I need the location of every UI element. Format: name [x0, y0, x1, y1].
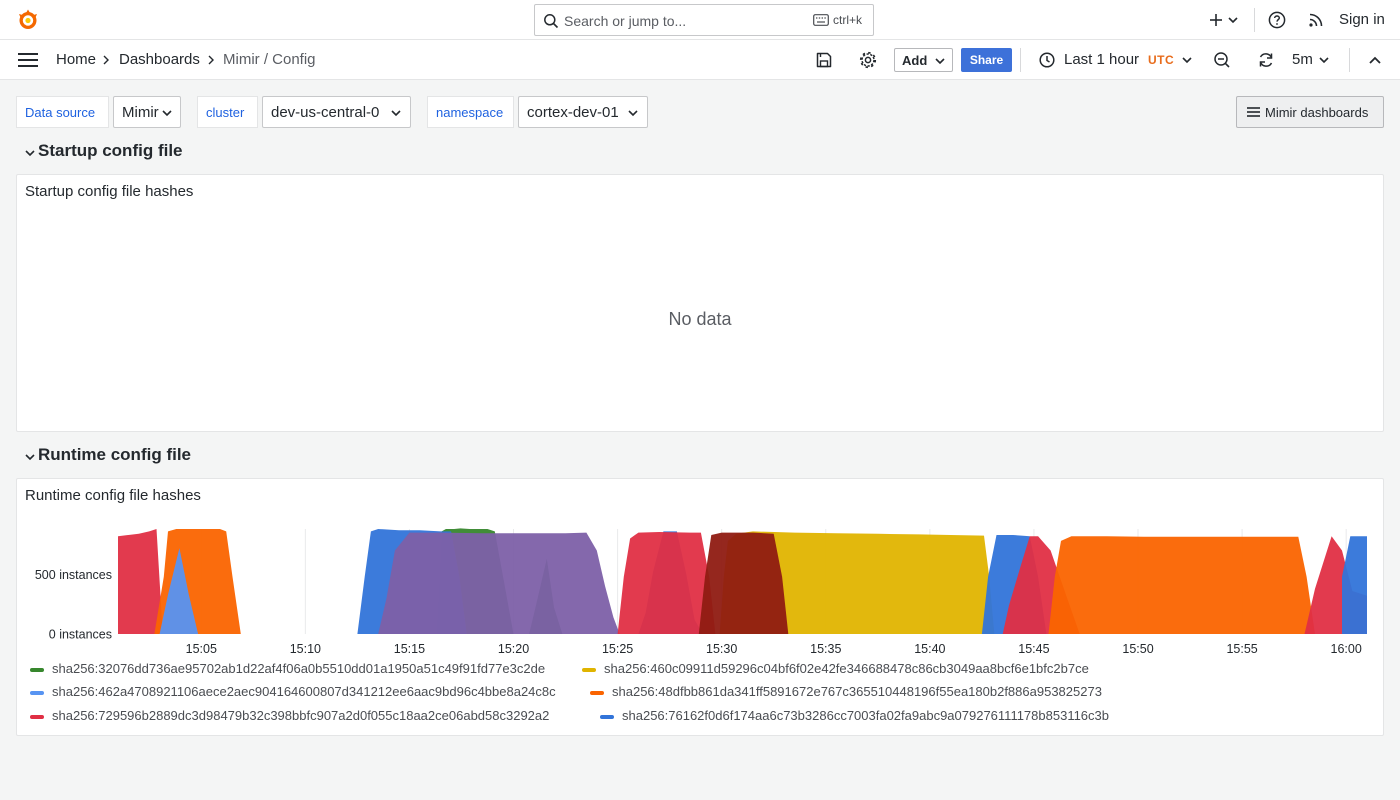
x-tick-label: 15:45 — [1018, 642, 1049, 656]
x-tick-label: 15:50 — [1122, 642, 1153, 656]
divider — [1020, 48, 1021, 72]
clock-icon — [1039, 52, 1055, 68]
series-area — [698, 532, 789, 634]
chevron-right-icon — [208, 55, 214, 65]
legend-label: sha256:462a4708921106aece2aec90416460080… — [52, 684, 556, 699]
chevron-down-icon — [162, 110, 172, 117]
panel-title: Startup config file hashes — [25, 183, 194, 200]
mimir-dashboards-button[interactable]: Mimir dashboards — [1236, 96, 1384, 128]
add-button[interactable]: Add — [894, 48, 953, 72]
x-tick-label: 15:15 — [394, 642, 425, 656]
legend-label: sha256:48dfbb861da341ff5891672e767c36551… — [612, 684, 1102, 699]
x-tick-label: 15:05 — [186, 642, 217, 656]
chevron-down-icon — [25, 150, 35, 157]
search-icon — [544, 14, 559, 29]
help-icon[interactable] — [1268, 11, 1286, 29]
legend-swatch — [30, 668, 44, 672]
variable-label-cluster: cluster — [197, 96, 258, 128]
add-button-label: Add — [902, 53, 928, 68]
datasource-select[interactable]: Mimir — [113, 96, 181, 128]
search-placeholder: Search or jump to... — [564, 13, 687, 29]
series-area — [118, 529, 163, 634]
refresh-icon[interactable] — [1256, 50, 1276, 70]
chevron-up-icon[interactable] — [1365, 50, 1385, 70]
chevron-down-icon — [935, 58, 945, 65]
rss-news-icon[interactable] — [1307, 11, 1325, 29]
chevron-down-icon — [25, 454, 35, 461]
series-area — [1048, 536, 1326, 634]
bars-icon — [1247, 107, 1260, 117]
share-button[interactable]: Share — [961, 48, 1012, 72]
x-tick-label: 15:40 — [914, 642, 945, 656]
breadcrumb-dashboards[interactable]: Dashboards — [119, 51, 200, 68]
no-data-message: No data — [668, 309, 732, 329]
dashboard-nav-bar: Home Dashboards Mimir / Config Add Share… — [0, 40, 1400, 80]
breadcrumb-home[interactable]: Home — [56, 51, 96, 68]
cluster-select[interactable]: dev-us-central-0 — [262, 96, 411, 128]
chevron-down-icon — [1182, 57, 1192, 64]
zoom-out-icon[interactable] — [1212, 50, 1232, 70]
legend-label: sha256:76162f0d6f174aa6c73b3286cc7003fa0… — [622, 708, 1109, 723]
row-title: Runtime config file — [38, 445, 191, 464]
search-input[interactable]: Search or jump to... ctrl+k — [534, 4, 874, 36]
legend-swatch — [30, 715, 44, 719]
namespace-select[interactable]: cortex-dev-01 — [518, 96, 648, 128]
time-range-label: Last 1 hour — [1064, 51, 1140, 68]
y-tick-label: 0 instances — [49, 628, 112, 642]
new-menu-button[interactable] — [1205, 10, 1243, 30]
x-tick-label: 15:55 — [1226, 642, 1257, 656]
plus-icon — [1210, 14, 1222, 26]
legend-swatch — [600, 715, 614, 719]
x-tick-label: 15:25 — [602, 642, 633, 656]
chevron-down-icon — [391, 110, 401, 117]
chevron-down-icon — [628, 110, 638, 117]
panel-runtime-config-hashes: Runtime config file hashes 0 instances 50… — [16, 478, 1384, 736]
divider — [1349, 48, 1350, 72]
top-bar: Search or jump to... ctrl+k Sign in — [0, 0, 1400, 40]
datasource-value: Mimir — [122, 104, 159, 121]
legend-label: sha256:460c09911d59296c04bf6f02e42fe3466… — [604, 661, 1089, 676]
cluster-value: dev-us-central-0 — [271, 104, 380, 121]
panel-startup-config-hashes: Startup config file hashes No data — [16, 174, 1384, 432]
grafana-logo-icon[interactable] — [16, 8, 40, 32]
time-series-chart[interactable]: 0 instances 500 instances 15:05 15:10 15:15 1… — [17, 479, 1383, 659]
x-tick-label: 15:20 — [498, 642, 529, 656]
x-tick-label: 15:30 — [706, 642, 737, 656]
row-title: Startup config file — [38, 141, 183, 160]
gear-icon[interactable] — [858, 50, 878, 70]
legend-swatch — [590, 691, 604, 695]
legend-swatch — [30, 691, 44, 695]
divider — [1254, 8, 1255, 32]
sign-in-link[interactable]: Sign in — [1339, 11, 1385, 28]
mimir-dashboards-label: Mimir dashboards — [1265, 105, 1369, 120]
x-tick-label: 15:10 — [290, 642, 321, 656]
menu-icon[interactable] — [18, 52, 38, 68]
legend-swatch — [582, 668, 596, 672]
x-tick-label: 15:35 — [810, 642, 841, 656]
legend-label: sha256:729596b2889dc3d98479b32c398bbfc90… — [52, 708, 550, 723]
namespace-value: cortex-dev-01 — [527, 104, 619, 121]
y-tick-label: 500 instances — [35, 568, 112, 582]
keyboard-icon — [813, 14, 829, 26]
chevron-down-icon — [1319, 57, 1329, 64]
variable-label-namespace: namespace — [427, 96, 514, 128]
breadcrumb-current: Mimir / Config — [223, 51, 316, 68]
series-area — [378, 532, 620, 634]
x-tick-label: 16:00 — [1331, 642, 1362, 656]
save-icon[interactable] — [814, 50, 834, 70]
legend-label: sha256:32076dd736ae95702ab1d22af4f06a0b5… — [52, 661, 546, 676]
chevron-right-icon — [103, 55, 109, 65]
refresh-interval-label: 5m — [1292, 51, 1313, 68]
search-shortcut: ctrl+k — [833, 13, 863, 27]
variable-label-datasource: Data source — [16, 96, 109, 128]
chevron-down-icon — [1228, 17, 1238, 24]
timezone-label: UTC — [1148, 53, 1175, 67]
